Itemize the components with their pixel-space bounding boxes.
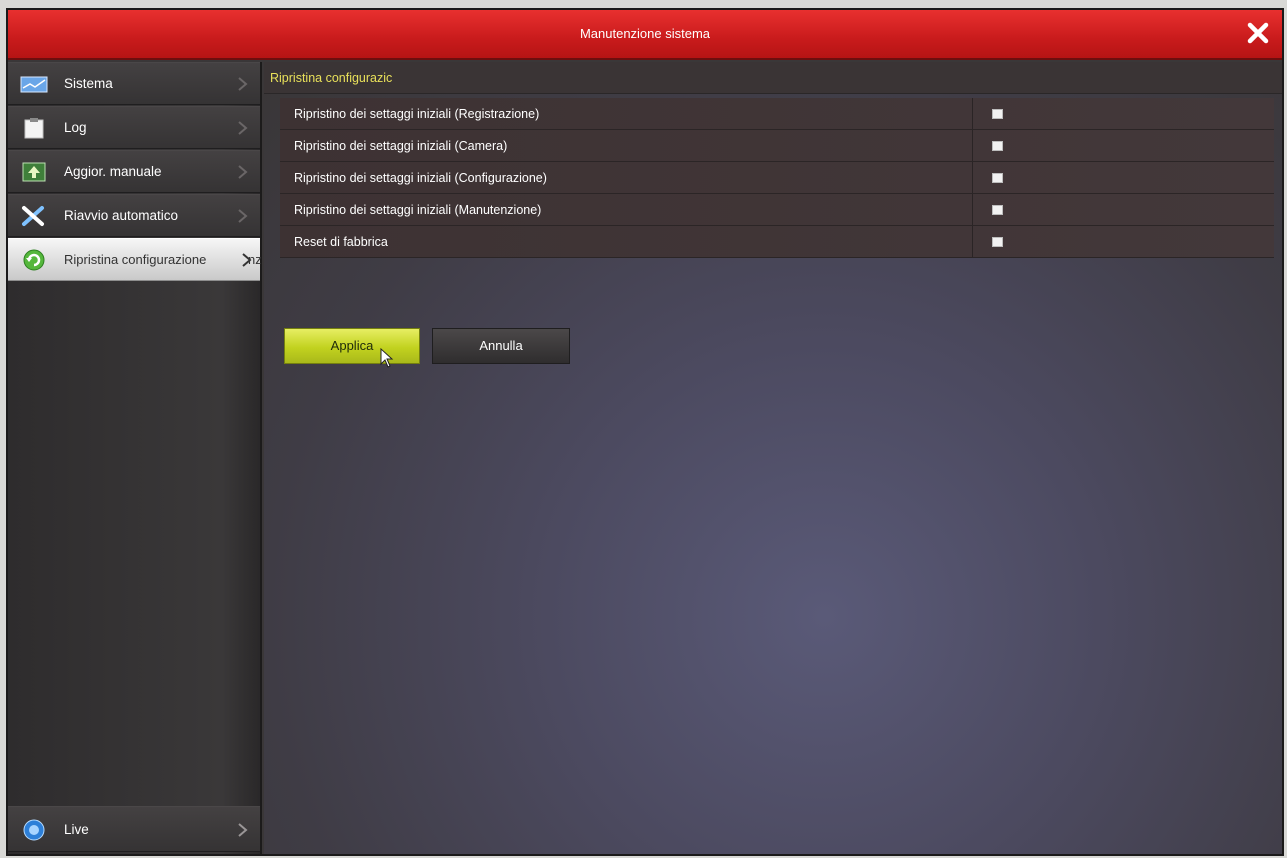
sidebar-item-aggior-manuale[interactable]: Aggior. manuale [8, 150, 260, 193]
option-label: Ripristino dei settaggi iniziali (Manute… [294, 203, 542, 217]
sidebar-item-live[interactable]: Live [8, 806, 260, 852]
log-icon [24, 118, 44, 139]
section-title: Ripristina configurazic [270, 71, 393, 85]
option-label: Ripristino dei settaggi iniziali (Regist… [294, 107, 540, 121]
sidebar-item-riavvio-automatico[interactable]: Riavvio automatico [8, 194, 260, 237]
option-row-reset-fabbrica: Reset di fabbrica [280, 226, 1274, 258]
section-header: Ripristina configurazic [264, 62, 1282, 94]
option-checkbox[interactable] [992, 109, 1003, 119]
sidebar-item-label: Riavvio automatico [64, 208, 179, 223]
mouse-cursor-icon [380, 348, 394, 368]
column-divider [972, 98, 973, 129]
sidebar-item-log[interactable]: Log [8, 106, 260, 149]
maintenance-window: Manutenzione sistema Sistema Log Aggior.… [6, 8, 1284, 856]
column-divider [972, 130, 973, 161]
option-row-configurazione: Ripristino dei settaggi iniziali (Config… [280, 162, 1274, 194]
close-button[interactable] [1244, 19, 1272, 47]
main-panel: Ripristina configurazic Ripristino dei s… [264, 62, 1282, 854]
option-checkbox[interactable] [992, 205, 1003, 215]
title-bar: Manutenzione sistema [8, 10, 1282, 60]
options-table: Ripristino dei settaggi iniziali (Regist… [280, 98, 1274, 258]
system-icon [20, 76, 48, 93]
sidebar: Sistema Log Aggior. manuale Riavvio auto… [8, 62, 262, 854]
chevron-right-icon [242, 253, 252, 267]
column-divider [972, 194, 973, 225]
option-checkbox[interactable] [992, 237, 1003, 247]
upgrade-icon [22, 162, 46, 182]
option-row-camera: Ripristino dei settaggi iniziali (Camera… [280, 130, 1274, 162]
option-row-registrazione: Ripristino dei settaggi iniziali (Regist… [280, 98, 1274, 130]
sidebar-item-label: Log [64, 120, 87, 135]
option-label: Ripristino dei settaggi iniziali (Config… [294, 171, 547, 185]
window-title: Manutenzione sistema [579, 26, 711, 41]
sidebar-item-sistema[interactable]: Sistema [8, 62, 260, 105]
restore-icon [23, 249, 45, 271]
option-row-manutenzione: Ripristino dei settaggi iniziali (Manute… [280, 194, 1274, 226]
chevron-right-icon [238, 823, 248, 837]
chevron-right-icon [238, 77, 248, 91]
column-divider [972, 226, 973, 257]
option-checkbox[interactable] [992, 173, 1003, 183]
chevron-right-icon [238, 121, 248, 135]
close-icon [1247, 22, 1269, 44]
chevron-right-icon [238, 209, 248, 223]
sidebar-item-ripristina-configurazione[interactable]: Ripristina configurazione nz [8, 238, 262, 281]
column-divider [972, 162, 973, 193]
live-icon [23, 819, 45, 841]
chevron-right-icon [238, 165, 248, 179]
option-checkbox[interactable] [992, 141, 1003, 151]
option-label: Ripristino dei settaggi iniziali (Camera… [294, 139, 508, 153]
sidebar-item-label: Aggior. manuale [64, 164, 162, 179]
option-label: Reset di fabbrica [294, 235, 388, 249]
sidebar-item-label: Sistema [64, 76, 113, 91]
apply-button[interactable]: Applica [284, 328, 420, 364]
tools-icon [22, 206, 44, 226]
cancel-button[interactable]: Annulla [432, 328, 570, 364]
sidebar-item-label: Live [64, 822, 89, 837]
sidebar-item-label: Ripristina configurazione [64, 252, 207, 267]
